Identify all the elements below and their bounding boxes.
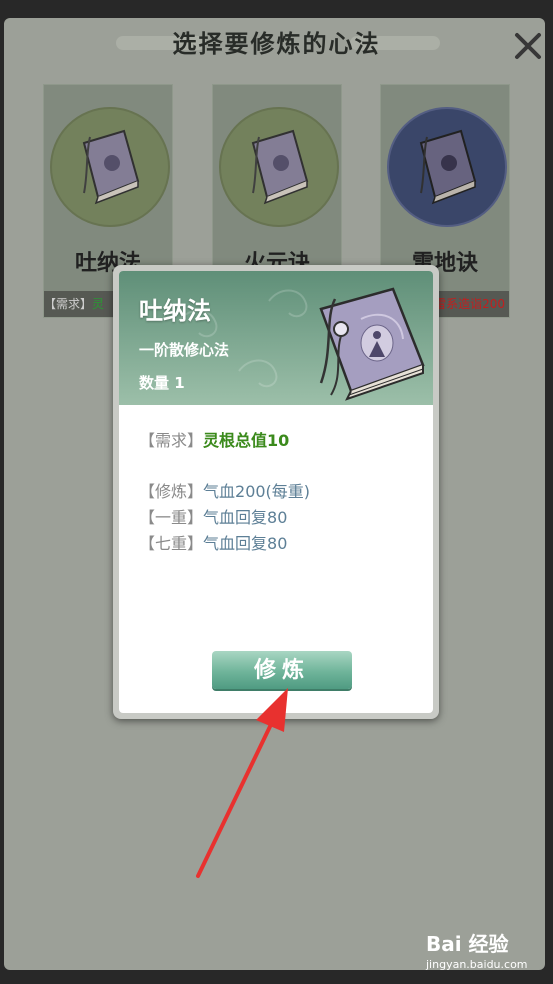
popup-title: 吐纳法 (139, 296, 211, 325)
popup-header: 吐纳法 一阶散修心法 数量 1 (119, 271, 433, 405)
requirement-label: 【需求】 (139, 431, 204, 450)
popup-body: 吐纳法 一阶散修心法 数量 1 【需求】灵根总值10 【修炼】气血200(每重)… (119, 271, 433, 713)
cultivate-line: 【修炼】气血200(每重) (139, 478, 310, 502)
watermark-logo: Bai 经验 (426, 932, 509, 956)
popup-subtitle: 一阶散修心法 (139, 341, 230, 359)
scripture-book-icon (319, 287, 425, 401)
level1-line: 【一重】气血回复80 (139, 504, 287, 528)
baidu-jingyan-watermark: Bai 经验 jingyan.baidu.com (420, 926, 550, 976)
level7-value: 气血回复80 (203, 534, 288, 553)
level1-value: 气血回复80 (203, 508, 288, 527)
game-screen: 选择要修炼的心法 吐纳法 【需求】灵 火元诀 雷地诀 雷系造诣200 吐纳法 一… (0, 0, 553, 984)
level7-line: 【七重】气血回复80 (139, 530, 287, 554)
level1-label: 【一重】 (139, 508, 204, 527)
requirement-value: 灵根总值10 (203, 431, 290, 450)
level7-label: 【七重】 (139, 534, 204, 553)
technique-detail-popup: 吐纳法 一阶散修心法 数量 1 【需求】灵根总值10 【修炼】气血200(每重)… (113, 265, 439, 719)
red-arrow-annotation (196, 688, 288, 878)
cultivate-label: 【修炼】 (139, 482, 204, 501)
watermark-url: jingyan.baidu.com (426, 958, 528, 971)
cultivate-value: 气血200(每重) (203, 482, 311, 501)
popup-quantity: 数量 1 (139, 374, 185, 392)
requirement-line: 【需求】灵根总值10 (139, 427, 289, 451)
